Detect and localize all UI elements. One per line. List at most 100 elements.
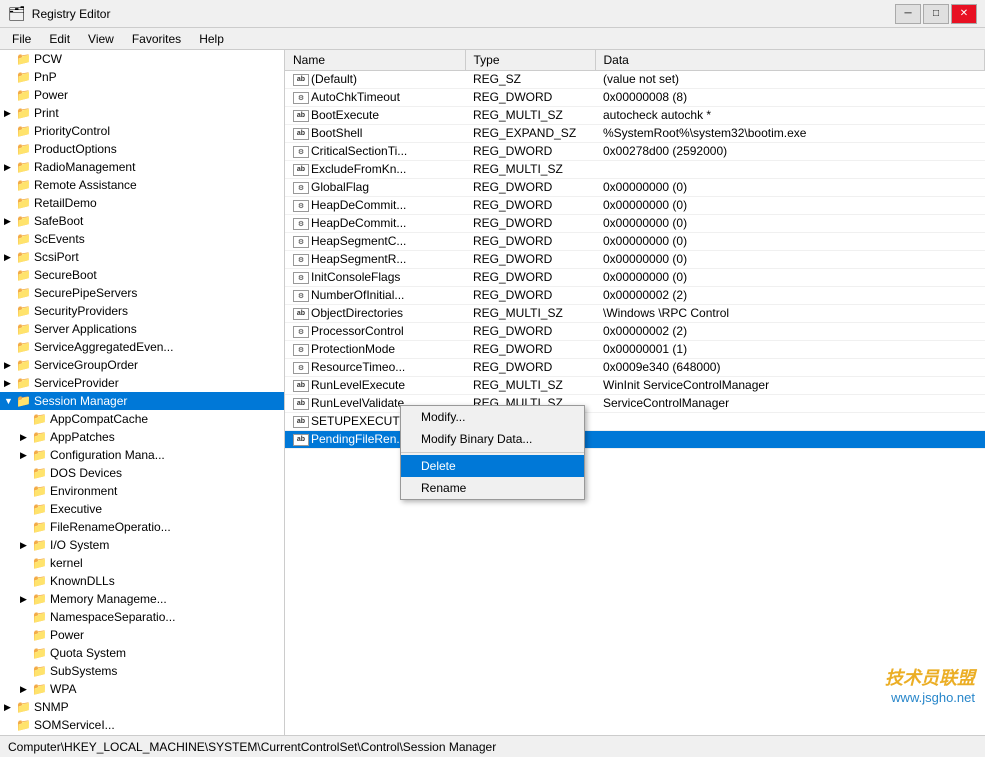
expand-arrow[interactable]: ▶ [20, 540, 32, 551]
cell-data: WinInit ServiceControlManager [595, 376, 985, 394]
tree-item[interactable]: ▶📁SNMP [0, 698, 284, 716]
menu-file[interactable]: File [4, 30, 39, 48]
menu-bar: File Edit View Favorites Help [0, 28, 985, 50]
table-row[interactable]: ⚙HeapDeCommit... REG_DWORD 0x00000000 (0… [285, 214, 985, 232]
tree-item[interactable]: 📁DOS Devices [0, 464, 284, 482]
tree-item[interactable]: ▶📁SafeBoot [0, 212, 284, 230]
expand-arrow[interactable]: ▶ [4, 108, 16, 119]
table-row[interactable]: ⚙ProcessorControl REG_DWORD 0x00000002 (… [285, 322, 985, 340]
tree-item[interactable]: ▶📁I/O System [0, 536, 284, 554]
tree-item[interactable]: ▶📁AppPatches [0, 428, 284, 446]
table-row[interactable]: ⚙ResourceTimeo... REG_DWORD 0x0009e340 (… [285, 358, 985, 376]
tree-item-label: kernel [50, 556, 83, 570]
tree-item[interactable]: 📁Server Applications [0, 320, 284, 338]
table-row[interactable]: ⚙GlobalFlag REG_DWORD 0x00000000 (0) [285, 178, 985, 196]
tree-item[interactable]: 📁Power [0, 626, 284, 644]
tree-item[interactable]: 📁KnownDLLs [0, 572, 284, 590]
expand-arrow[interactable]: ▶ [4, 378, 16, 389]
tree-item[interactable]: ▼📁Session Manager [0, 392, 284, 410]
tree-item-label: FileRenameOperatio... [50, 520, 171, 534]
cell-name: ⚙CriticalSectionTi... [285, 142, 465, 160]
expand-arrow[interactable]: ▼ [4, 396, 16, 406]
table-row[interactable]: ⚙InitConsoleFlags REG_DWORD 0x00000000 (… [285, 268, 985, 286]
tree-item[interactable]: 📁SOMServiceI... [0, 716, 284, 734]
expand-arrow[interactable]: ▶ [4, 252, 16, 263]
tree-item[interactable]: ▶📁ScsiPort [0, 248, 284, 266]
folder-icon: 📁 [32, 592, 48, 606]
tree-item[interactable]: 📁RetailDemo [0, 194, 284, 212]
maximize-button[interactable]: □ [923, 4, 949, 24]
cell-data: 0x00278d00 (2592000) [595, 142, 985, 160]
table-row[interactable]: ⚙CriticalSectionTi... REG_DWORD 0x00278d… [285, 142, 985, 160]
tree-item[interactable]: ▶📁ServiceGroupOrder [0, 356, 284, 374]
menu-edit[interactable]: Edit [41, 30, 78, 48]
tree-item[interactable]: 📁Environment [0, 482, 284, 500]
menu-favorites[interactable]: Favorites [124, 30, 189, 48]
context-menu-item[interactable]: Modify... [401, 406, 584, 428]
table-row[interactable]: ⚙AutoChkTimeout REG_DWORD 0x00000008 (8) [285, 88, 985, 106]
context-menu-item[interactable]: Modify Binary Data... [401, 428, 584, 450]
expand-arrow[interactable]: ▶ [4, 702, 16, 713]
table-row[interactable]: ⚙HeapSegmentR... REG_DWORD 0x00000000 (0… [285, 250, 985, 268]
tree-item[interactable]: 📁PCW [0, 50, 284, 68]
tree-item[interactable]: 📁SecureBoot [0, 266, 284, 284]
tree-item-label: DOS Devices [50, 466, 122, 480]
folder-icon: 📁 [32, 610, 48, 624]
table-row[interactable]: abRunLevelValidate REG_MULTI_SZ ServiceC… [285, 394, 985, 412]
tree-item[interactable]: 📁NamespaceSeparatio... [0, 608, 284, 626]
tree-item[interactable]: 📁Power [0, 86, 284, 104]
expand-arrow[interactable]: ▶ [4, 216, 16, 227]
tree-item[interactable]: 📁SecurePipeServers [0, 284, 284, 302]
table-row[interactable]: ⚙HeapDeCommit... REG_DWORD 0x00000000 (0… [285, 196, 985, 214]
tree-item[interactable]: 📁FileRenameOperatio... [0, 518, 284, 536]
tree-item[interactable]: ▶📁ServiceProvider [0, 374, 284, 392]
tree-item[interactable]: 📁Quota System [0, 644, 284, 662]
tree-item[interactable]: ▶📁RadioManagement [0, 158, 284, 176]
tree-item[interactable]: 📁PnP [0, 68, 284, 86]
menu-view[interactable]: View [80, 30, 122, 48]
registry-tree[interactable]: 📁PCW📁PnP📁Power▶📁Print📁PriorityControl📁Pr… [0, 50, 285, 735]
tree-item[interactable]: 📁Remote Assistance [0, 176, 284, 194]
context-menu-item[interactable]: Rename [401, 477, 584, 499]
tree-item[interactable]: 📁ServiceAggregatedEven... [0, 338, 284, 356]
expand-arrow[interactable]: ▶ [4, 360, 16, 371]
tree-item[interactable]: ▶📁Print [0, 104, 284, 122]
table-row[interactable]: abExcludeFromKn... REG_MULTI_SZ [285, 160, 985, 178]
expand-arrow[interactable]: ▶ [20, 450, 32, 461]
tree-item[interactable]: 📁AppCompatCache [0, 410, 284, 428]
tree-item-label: Power [50, 628, 84, 642]
tree-item[interactable]: 📁PriorityControl [0, 122, 284, 140]
type-icon-ab: ab [293, 398, 309, 410]
tree-item[interactable]: 📁SecurityProviders [0, 302, 284, 320]
expand-arrow[interactable]: ▶ [4, 162, 16, 173]
menu-help[interactable]: Help [191, 30, 232, 48]
table-row[interactable]: abBootShell REG_EXPAND_SZ %SystemRoot%\s… [285, 124, 985, 142]
table-row[interactable]: ⚙ProtectionMode REG_DWORD 0x00000001 (1) [285, 340, 985, 358]
expand-arrow[interactable]: ▶ [20, 684, 32, 695]
folder-icon: 📁 [16, 394, 32, 408]
context-menu-item[interactable]: Delete [401, 455, 584, 477]
tree-item[interactable]: 📁kernel [0, 554, 284, 572]
tree-item[interactable]: ▶📁Configuration Mana... [0, 446, 284, 464]
tree-item[interactable]: ▶📁Memory Manageme... [0, 590, 284, 608]
table-row[interactable]: abBootExecute REG_MULTI_SZ autocheck aut… [285, 106, 985, 124]
tree-item[interactable]: 📁ProductOptions [0, 140, 284, 158]
table-row[interactable]: abSETUPEXECUTE REG_MULTI_SZ [285, 412, 985, 430]
tree-item-label: SecureBoot [34, 268, 97, 282]
tree-item-label: KnownDLLs [50, 574, 115, 588]
expand-arrow[interactable]: ▶ [20, 594, 32, 605]
tree-item[interactable]: ▶📁WPA [0, 680, 284, 698]
table-row[interactable]: ⚙HeapSegmentC... REG_DWORD 0x00000000 (0… [285, 232, 985, 250]
table-row[interactable]: abObjectDirectories REG_MULTI_SZ \Window… [285, 304, 985, 322]
table-row[interactable]: ⚙NumberOfInitial... REG_DWORD 0x00000002… [285, 286, 985, 304]
type-icon-reg: ⚙ [293, 254, 309, 266]
tree-item[interactable]: 📁SubSystems [0, 662, 284, 680]
close-button[interactable]: ✕ [951, 4, 977, 24]
minimize-button[interactable]: ─ [895, 4, 921, 24]
table-row[interactable]: abRunLevelExecute REG_MULTI_SZ WinInit S… [285, 376, 985, 394]
table-row[interactable]: abPendingFileRen... REG_... [285, 430, 985, 448]
tree-item[interactable]: 📁ScEvents [0, 230, 284, 248]
table-row[interactable]: ab(Default) REG_SZ (value not set) [285, 70, 985, 88]
expand-arrow[interactable]: ▶ [20, 432, 32, 443]
tree-item[interactable]: 📁Executive [0, 500, 284, 518]
